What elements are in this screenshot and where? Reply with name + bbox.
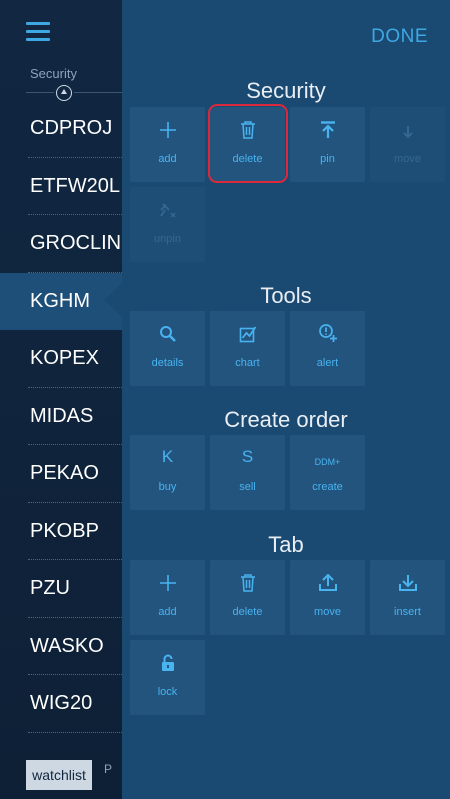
watchlist-sidebar: Security CDPROJ ETFW20L GROCLIN KGHM KOP…: [0, 0, 122, 799]
plus-icon: [130, 107, 205, 145]
list-item[interactable]: PKOBP: [0, 503, 122, 561]
tile-label: chart: [235, 357, 260, 369]
tools-alert-button[interactable]: alert: [290, 311, 365, 386]
tile-label: insert: [394, 606, 421, 618]
tools-chart-button[interactable]: chart: [210, 311, 285, 386]
tile-label: alert: [316, 357, 339, 369]
order-sell-button[interactable]: S sell: [210, 435, 285, 510]
security-pin-button[interactable]: pin: [290, 107, 365, 182]
tile-label: add: [158, 606, 177, 618]
menu-icon[interactable]: [26, 22, 50, 41]
tile-label: pin: [320, 153, 335, 165]
tools-details-button[interactable]: details: [130, 311, 205, 386]
order-create-button[interactable]: DDM+ create: [290, 435, 365, 510]
alert-plus-icon: [290, 311, 365, 349]
order-buy-button[interactable]: K buy: [130, 435, 205, 510]
lock-icon: [130, 640, 205, 678]
tile-label: create: [312, 481, 343, 493]
tab-watchlist[interactable]: watchlist: [26, 760, 92, 790]
ddm-icon: DDM+: [314, 457, 341, 467]
list-item[interactable]: WASKO: [0, 618, 122, 676]
sell-letter-icon: S: [241, 447, 254, 466]
list-item[interactable]: GROCLIN: [0, 215, 122, 273]
list-item[interactable]: CDPROJ: [0, 100, 122, 158]
chart-icon: [210, 311, 285, 349]
tile-label: lock: [157, 686, 178, 698]
tile-label: add: [158, 153, 177, 165]
section-title-tools: Tools: [260, 283, 312, 308]
tile-label: move: [314, 606, 341, 618]
list-item[interactable]: MIDAS: [0, 388, 122, 446]
pin-top-icon: [290, 107, 365, 145]
tab-move-button[interactable]: move: [290, 560, 365, 635]
plus-icon: [130, 560, 205, 598]
selection-pointer: [104, 283, 122, 317]
tab-insert-button[interactable]: insert: [370, 560, 445, 635]
security-move-button[interactable]: move: [370, 107, 445, 182]
list-item[interactable]: ETFW20L: [0, 158, 122, 216]
list-item[interactable]: PEKAO: [0, 445, 122, 503]
upload-icon: [290, 560, 365, 598]
action-panel: DONE Security add delete pin move unpin …: [122, 0, 450, 799]
list-item[interactable]: KOPEX: [0, 330, 122, 388]
section-title-security: Security: [246, 78, 326, 103]
tile-label: details: [151, 357, 184, 369]
list-item[interactable]: WIG20: [0, 675, 122, 733]
tile-label: delete: [232, 606, 263, 618]
tab-next[interactable]: P: [104, 762, 112, 776]
done-button[interactable]: DONE: [371, 26, 428, 48]
arrow-down-icon: [370, 107, 445, 145]
tile-label: sell: [239, 481, 256, 493]
unpin-icon: [130, 187, 205, 225]
section-title-tab: Tab: [268, 532, 304, 557]
download-icon: [370, 560, 445, 598]
buy-letter-icon: K: [161, 447, 174, 466]
security-list: CDPROJ ETFW20L GROCLIN KGHM KOPEX MIDAS …: [0, 100, 122, 733]
list-item[interactable]: PZU: [0, 560, 122, 618]
sort-up-icon[interactable]: [56, 85, 72, 101]
security-unpin-button[interactable]: unpin: [130, 187, 205, 262]
tile-label: move: [394, 153, 421, 165]
magnifier-icon: [130, 311, 205, 349]
section-title-create-order: Create order: [224, 407, 348, 432]
tab-lock-button[interactable]: lock: [130, 640, 205, 715]
security-add-button[interactable]: add: [130, 107, 205, 182]
trash-icon: [210, 560, 285, 598]
tab-add-button[interactable]: add: [130, 560, 205, 635]
tile-label: unpin: [154, 233, 181, 245]
delete-highlight: [208, 104, 288, 183]
bottom-tab-bar: watchlist P: [0, 748, 122, 799]
security-column-header: Security: [30, 66, 77, 81]
sort-divider: [26, 92, 122, 93]
tile-label: buy: [158, 481, 177, 493]
tab-delete-button[interactable]: delete: [210, 560, 285, 635]
